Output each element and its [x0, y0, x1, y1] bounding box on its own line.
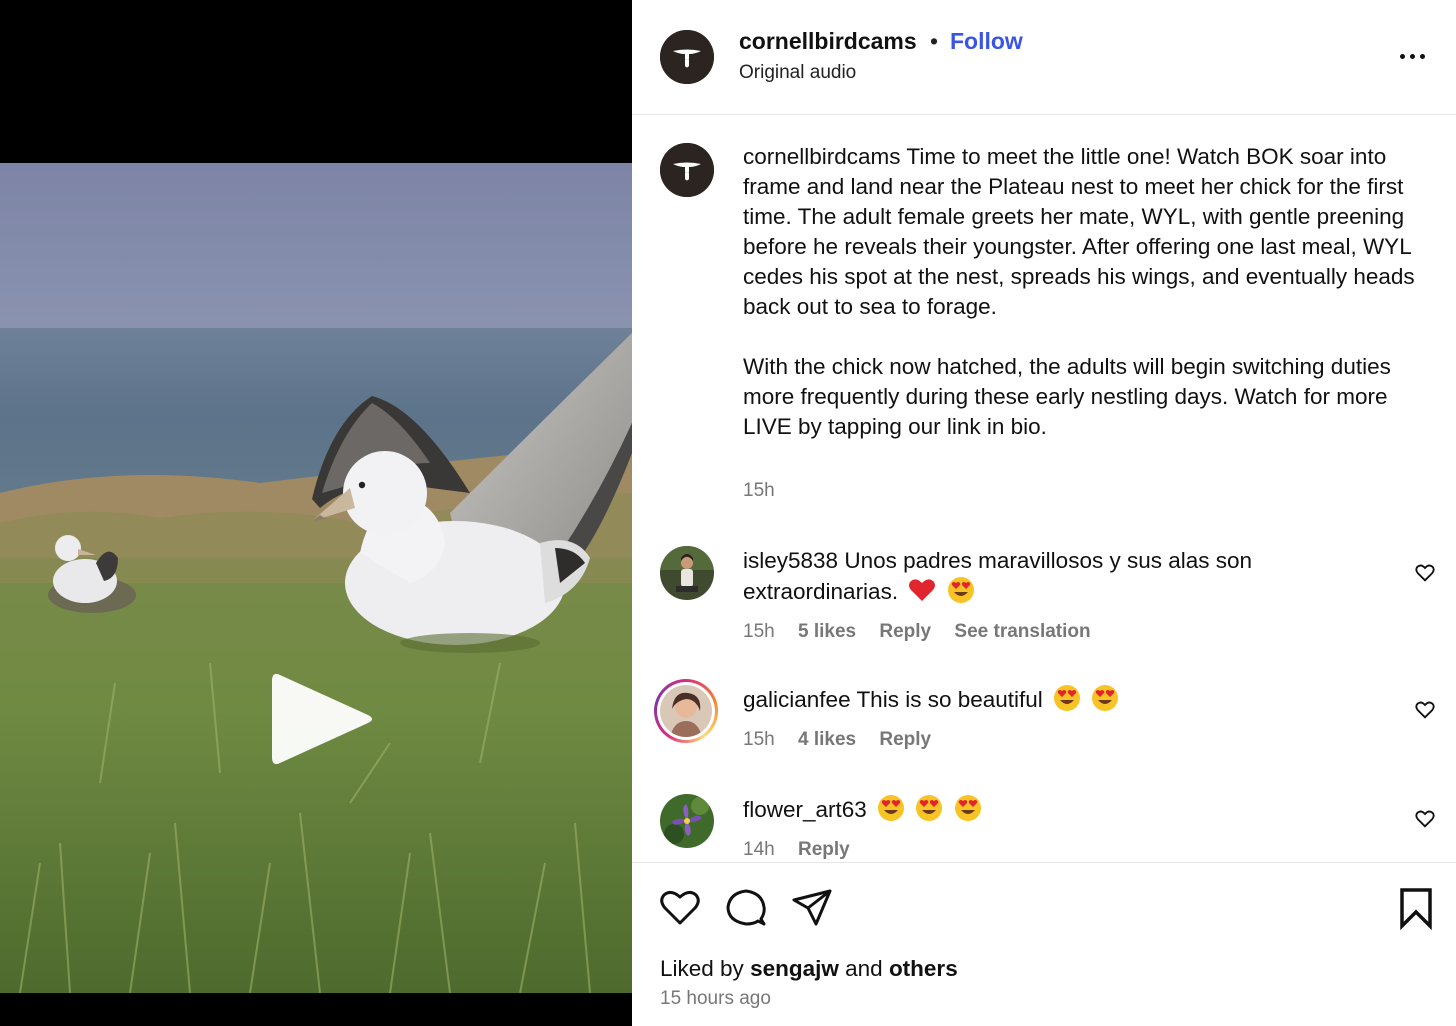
avatar-photo: [660, 794, 714, 848]
video-frame[interactable]: [0, 163, 632, 993]
separator-dot: •: [930, 28, 939, 54]
comment-like-heart-icon[interactable]: [1414, 562, 1436, 584]
liked-others-link[interactable]: others: [889, 956, 958, 981]
comment-body: This is so beautiful: [856, 687, 1043, 712]
caption-username[interactable]: cornellbirdcams: [743, 144, 901, 169]
cornell-bird-logo-icon: [660, 30, 714, 84]
liked-and: and: [845, 956, 883, 981]
more-horizontal-icon[interactable]: [1396, 44, 1430, 68]
author-avatar[interactable]: [660, 30, 714, 84]
reply-button[interactable]: Reply: [798, 839, 850, 860]
comment-bubble-icon[interactable]: [724, 886, 768, 930]
see-translation-button[interactable]: See translation: [954, 621, 1090, 642]
author-username[interactable]: cornellbirdcams: [739, 28, 917, 55]
commenter-avatar[interactable]: [660, 546, 714, 600]
caption-paragraph-1: Time to meet the little one! Watch BOK s…: [743, 144, 1415, 319]
play-icon: [272, 673, 372, 765]
play-button[interactable]: [266, 663, 378, 775]
comment-text: isley5838 Unos padres maravillosos y sus…: [743, 546, 1343, 607]
cornell-bird-logo-icon: [660, 143, 714, 197]
post-panel: cornellbirdcams • Follow Original audio …: [632, 0, 1456, 1026]
comments-section[interactable]: cornellbirdcams Time to meet the little …: [632, 116, 1456, 863]
liked-user-link[interactable]: sengajw: [750, 956, 839, 981]
caption-timestamp[interactable]: 15h: [743, 480, 775, 502]
post-caption: cornellbirdcams Time to meet the little …: [743, 142, 1433, 442]
heart-outline-icon[interactable]: [658, 886, 702, 930]
post-header: cornellbirdcams • Follow Original audio: [632, 0, 1456, 115]
video-player[interactable]: [0, 0, 632, 1026]
comment-time[interactable]: 14h: [743, 839, 775, 860]
paper-plane-icon[interactable]: [790, 886, 834, 930]
avatar-photo: [660, 546, 714, 600]
comment-likes[interactable]: 5 likes: [798, 621, 856, 642]
reply-button[interactable]: Reply: [879, 729, 931, 750]
follow-button[interactable]: Follow: [950, 28, 1023, 55]
post-actions: Liked by sengajw and others 15 hours ago: [632, 864, 1456, 1026]
red-heart-emoji-icon: [909, 579, 936, 601]
commenter-avatar[interactable]: [660, 794, 714, 848]
heart-eyes-emoji-icon: [1054, 685, 1081, 711]
comment-text: galicianfee This is so beautiful: [743, 684, 1343, 715]
heart-eyes-emoji-icon: [1092, 685, 1119, 711]
heart-eyes-emoji-icon: [916, 795, 943, 821]
comment-username[interactable]: galicianfee: [743, 687, 851, 712]
comment-username[interactable]: isley5838: [743, 548, 838, 573]
comment-time[interactable]: 15h: [743, 621, 775, 642]
comment-text: flower_art63: [743, 794, 1343, 825]
bookmark-icon[interactable]: [1394, 886, 1438, 930]
audio-label[interactable]: Original audio: [739, 62, 856, 84]
reply-button[interactable]: Reply: [879, 621, 931, 642]
heart-eyes-emoji-icon: [878, 795, 905, 821]
post-timestamp[interactable]: 15 hours ago: [660, 988, 771, 1010]
heart-eyes-emoji-icon: [947, 577, 974, 603]
comment-meta: 15h 5 likes Reply See translation: [743, 621, 1109, 643]
comment-meta: 15h 4 likes Reply: [743, 729, 949, 751]
caption-avatar[interactable]: [660, 143, 714, 197]
heart-eyes-emoji-icon: [954, 795, 981, 821]
avatar-photo: [660, 685, 712, 737]
comment-username[interactable]: flower_art63: [743, 797, 867, 822]
caption-paragraph-2: With the chick now hatched, the adults w…: [743, 354, 1391, 439]
liked-prefix: Liked by: [660, 956, 744, 981]
comment-like-heart-icon[interactable]: [1414, 699, 1436, 721]
comment-time[interactable]: 15h: [743, 729, 775, 750]
liked-by-text: Liked by sengajw and others: [660, 956, 958, 982]
comment-like-heart-icon[interactable]: [1414, 808, 1436, 830]
comment-likes[interactable]: 4 likes: [798, 729, 856, 750]
story-ring-avatar[interactable]: [654, 679, 718, 743]
comment-meta: 14h Reply: [743, 839, 868, 861]
